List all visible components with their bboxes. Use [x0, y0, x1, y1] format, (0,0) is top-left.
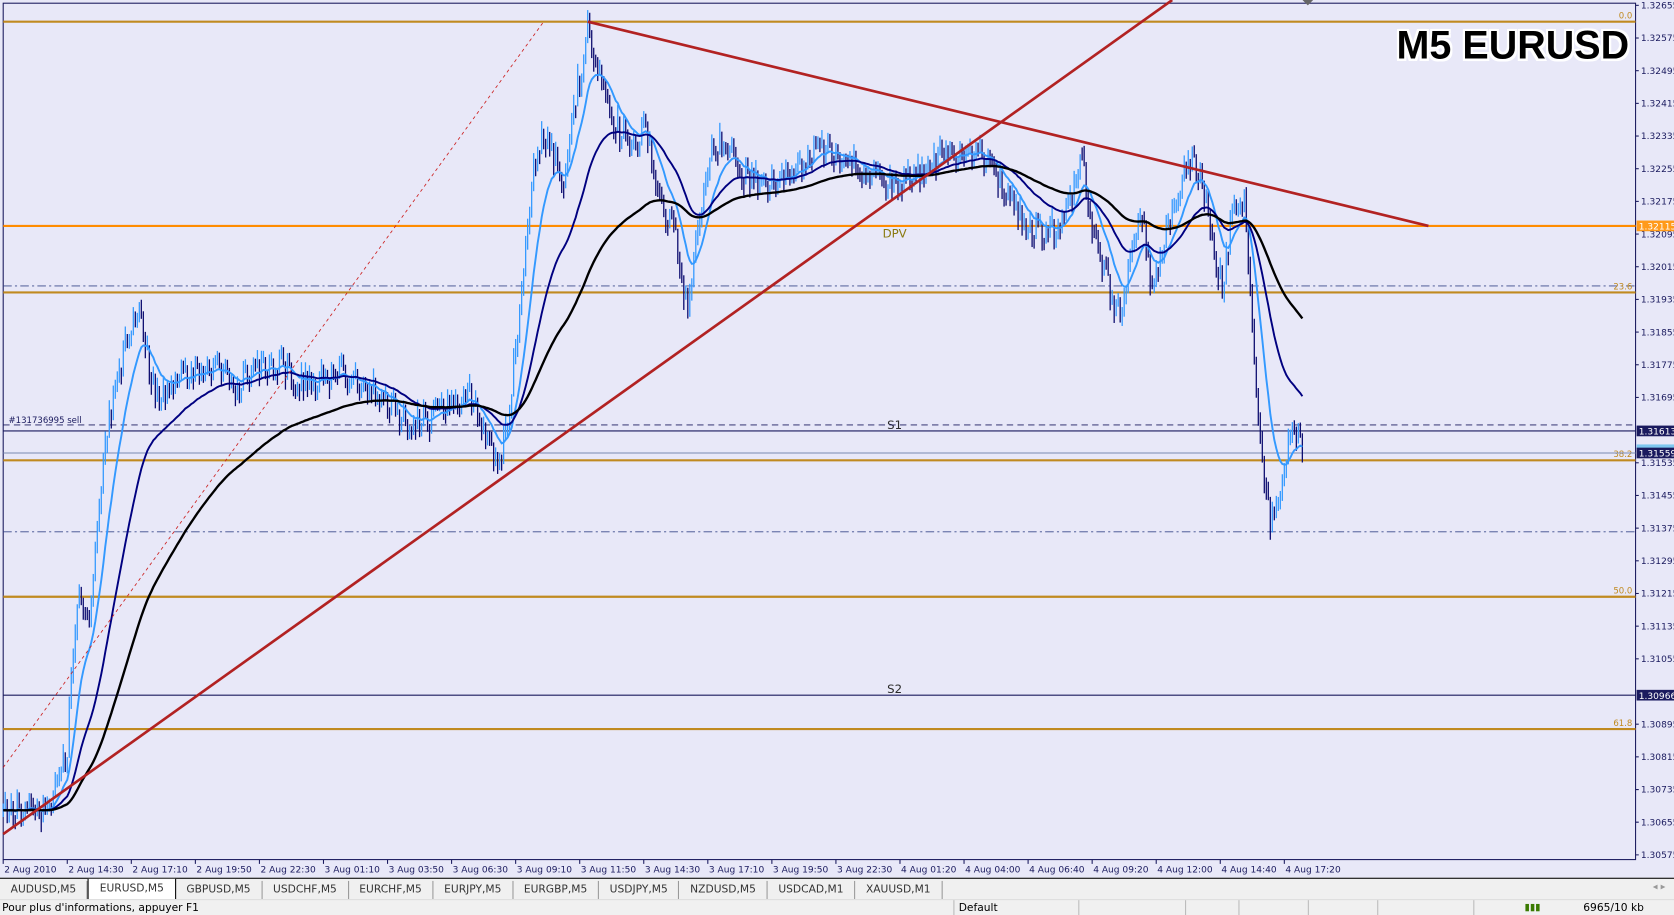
y-tick-label: 1.31935 [1641, 296, 1674, 306]
status-traffic: 6965/10 kb [1583, 902, 1644, 915]
price-badge-label: 1.32115 [1639, 223, 1674, 233]
chart-title: M5 EURUSD [1396, 23, 1630, 68]
y-tick-label: 1.31855 [1641, 328, 1674, 338]
x-tick-label: 4 Aug 04:00 [965, 865, 1021, 875]
fib-level-label: 38.2 [1613, 450, 1632, 460]
y-tick-label: 1.32575 [1641, 34, 1674, 44]
x-tick-label: 4 Aug 14:40 [1221, 865, 1277, 875]
y-tick-label: 1.32255 [1641, 165, 1674, 175]
y-tick-label: 1.30815 [1641, 753, 1674, 763]
x-tick-label: 4 Aug 01:20 [901, 865, 957, 875]
y-tick-label: 1.31535 [1641, 459, 1674, 469]
x-tick-label: 3 Aug 11:50 [581, 865, 637, 875]
x-tick-label: 2 Aug 14:30 [68, 865, 124, 875]
x-tick-label: 3 Aug 22:30 [837, 865, 893, 875]
tab-audusd-m5[interactable]: AUDUSD,M5 [0, 880, 88, 900]
fib-level-label: 0.0 [1619, 11, 1633, 21]
x-tick-label: 4 Aug 06:40 [1029, 865, 1085, 875]
y-tick-label: 1.30895 [1641, 720, 1674, 730]
x-tick-label: 3 Aug 17:10 [709, 865, 765, 875]
order-label: #131736995 sell [9, 416, 82, 426]
y-tick-label: 1.32655 [1641, 2, 1674, 12]
y-tick-label: 1.31135 [1641, 622, 1674, 632]
tab-usdcad-m1[interactable]: USDCAD,M1 [768, 880, 856, 900]
tab-usdchf-m5[interactable]: USDCHF,M5 [262, 880, 349, 900]
y-tick-label: 1.31695 [1641, 394, 1674, 404]
y-tick-label: 1.32335 [1641, 132, 1674, 142]
y-tick-label: 1.31215 [1641, 590, 1674, 600]
status-help: Pour plus d'informations, appuyer F1 [2, 902, 199, 915]
moving-average-1 [2, 73, 1303, 813]
tab-xauusd-m1[interactable]: XAUUSD,M1 [855, 880, 943, 900]
x-tick-label: 3 Aug 03:50 [389, 865, 445, 875]
price-bars [2, 10, 1303, 833]
fib-level-label: 50.0 [1613, 587, 1632, 597]
tab-eurchf-m5[interactable]: EURCHF,M5 [349, 880, 434, 900]
x-tick-label: 3 Aug 14:30 [645, 865, 701, 875]
x-tick-label: 2 Aug 22:30 [260, 865, 316, 875]
connection-icon: ▮▮▮ [1524, 902, 1541, 913]
x-tick-label: 2 Aug 19:50 [196, 865, 252, 875]
y-tick-label: 1.31295 [1641, 557, 1674, 567]
y-tick-label: 1.31375 [1641, 524, 1674, 534]
x-tick-label: 3 Aug 01:10 [325, 865, 381, 875]
tab-usdjpy-m5[interactable]: USDJPY,M5 [599, 880, 680, 900]
x-tick-label: 4 Aug 17:20 [1285, 865, 1341, 875]
x-tick-label: 4 Aug 09:20 [1093, 865, 1149, 875]
tab-nzdusd-m5[interactable]: NZDUSD,M5 [679, 880, 768, 900]
y-tick-label: 1.31775 [1641, 361, 1674, 371]
y-tick-label: 1.32175 [1641, 198, 1674, 208]
bid-badge-label: 1.31559 [1639, 450, 1674, 460]
fib-level-label: 23.6 [1613, 282, 1632, 292]
price-badge-label: 1.30966 [1639, 692, 1674, 702]
status-bar: Pour plus d'informations, appuyer F1 Def… [0, 899, 1674, 915]
y-tick-label: 1.32415 [1641, 100, 1674, 110]
x-tick-label: 2 Aug 17:10 [132, 865, 188, 875]
tab-eurjpy-m5[interactable]: EURJPY,M5 [433, 880, 514, 900]
y-tick-label: 1.30575 [1641, 851, 1674, 861]
chart-canvas[interactable]: 1.32655 1.32575 1.32495 1.32415 1.32335 1.322… [0, 0, 1674, 878]
y-tick-label: 1.30735 [1641, 786, 1674, 796]
moving-average-2 [3, 130, 1304, 812]
x-tick-label: 2 Aug 2010 [4, 865, 57, 875]
trendline [2, 0, 1173, 836]
tab-eurgbp-m5[interactable]: EURGBP,M5 [513, 880, 599, 900]
tab-gbpusd-m5[interactable]: GBPUSD,M5 [176, 880, 263, 900]
x-tick-label: 3 Aug 19:50 [773, 865, 829, 875]
y-tick-label: 1.30655 [1641, 818, 1674, 828]
y-tick-label: 1.31055 [1641, 655, 1674, 665]
moving-average-3 [3, 164, 1304, 812]
y-tick-label: 1.32495 [1641, 67, 1674, 77]
tab-scroll-arrows[interactable]: ◂ ▸ [1644, 879, 1674, 900]
status-profile: Default [958, 902, 998, 915]
y-tick-label: 1.31455 [1641, 492, 1674, 502]
fib-level-label: 61.8 [1613, 719, 1632, 729]
price-badge-label: 1.31613 [1639, 428, 1674, 438]
mt4-window: 1.32655 1.32575 1.32495 1.32415 1.32335 1.322… [0, 0, 1674, 915]
x-tick-label: 4 Aug 12:00 [1157, 865, 1213, 875]
x-tick-label: 3 Aug 09:10 [517, 865, 573, 875]
price-chart[interactable]: 1.32655 1.32575 1.32495 1.32415 1.32335 1.322… [0, 0, 1674, 878]
x-tick-label: 3 Aug 06:30 [453, 865, 509, 875]
y-tick-label: 1.32015 [1641, 263, 1674, 273]
pivot-label: DPV [883, 227, 907, 241]
trendline [2, 21, 545, 768]
chart-tabs: AUDUSD,M5 EURUSD,M5 GBPUSD,M5 USDCHF,M5 EURC… [0, 877, 1674, 903]
pivot-label: S2 [887, 682, 902, 696]
